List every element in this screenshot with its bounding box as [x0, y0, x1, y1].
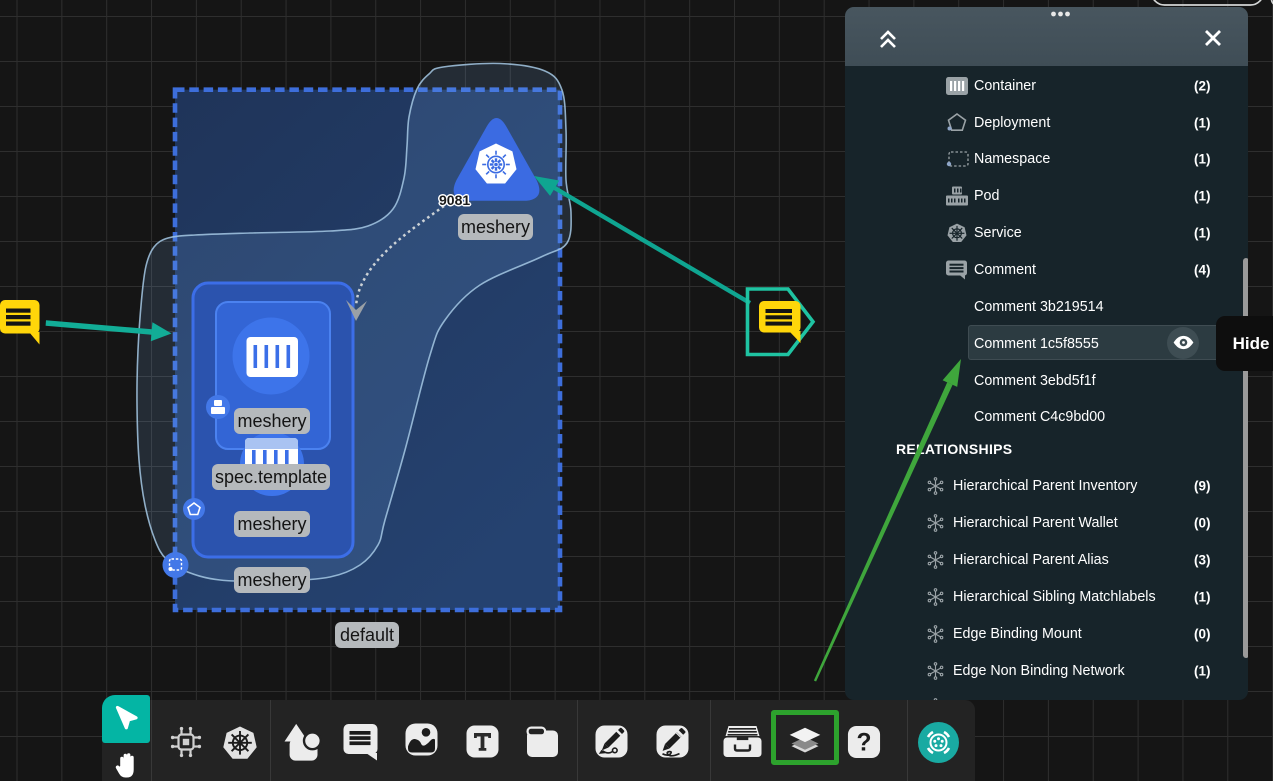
svg-text:?: ? [857, 730, 872, 757]
